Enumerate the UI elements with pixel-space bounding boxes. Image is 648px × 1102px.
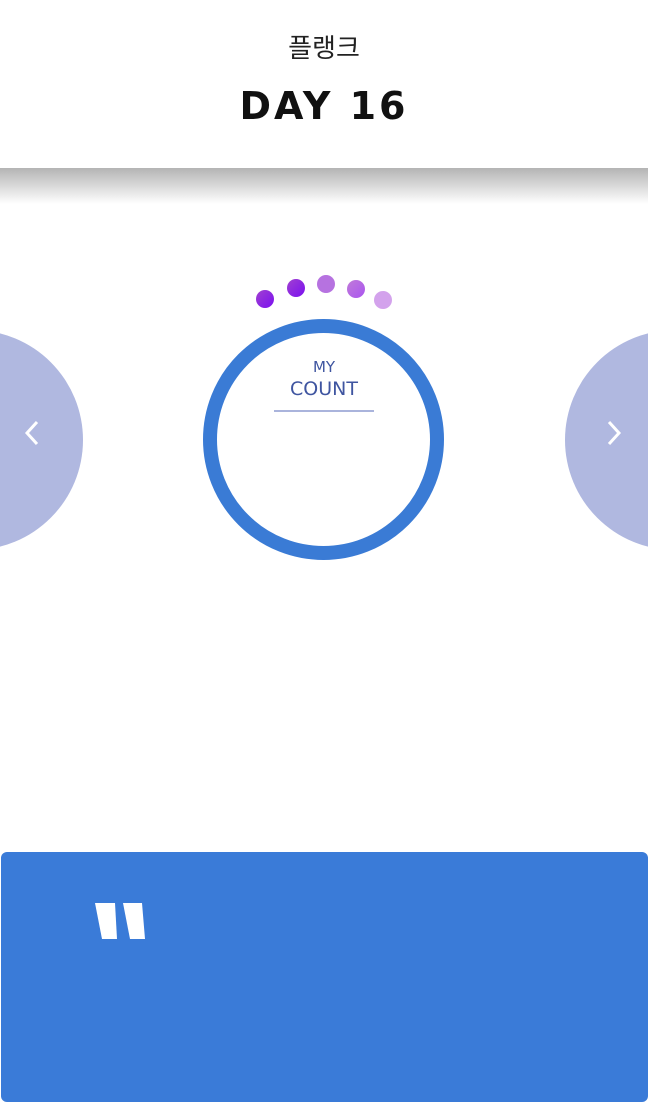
chevron-right-icon[interactable] bbox=[600, 418, 630, 448]
progress-dot bbox=[374, 291, 392, 309]
day-title: DAY 16 bbox=[239, 84, 409, 128]
progress-dot bbox=[317, 275, 335, 293]
progress-dot bbox=[287, 279, 305, 297]
count-ring[interactable] bbox=[203, 319, 444, 560]
count-label: COUNT bbox=[290, 378, 358, 400]
count-label-top: MY bbox=[312, 358, 336, 376]
progress-dot bbox=[347, 280, 365, 298]
header-shadow bbox=[0, 168, 648, 204]
count-divider bbox=[274, 410, 374, 412]
progress-dot bbox=[256, 290, 274, 308]
quote-card bbox=[1, 852, 648, 1102]
exercise-name: 플랭크 bbox=[288, 34, 360, 64]
quote-icon bbox=[95, 903, 145, 939]
chevron-left-icon[interactable] bbox=[18, 418, 48, 448]
header: 플랭크 DAY 16 bbox=[0, 0, 648, 168]
